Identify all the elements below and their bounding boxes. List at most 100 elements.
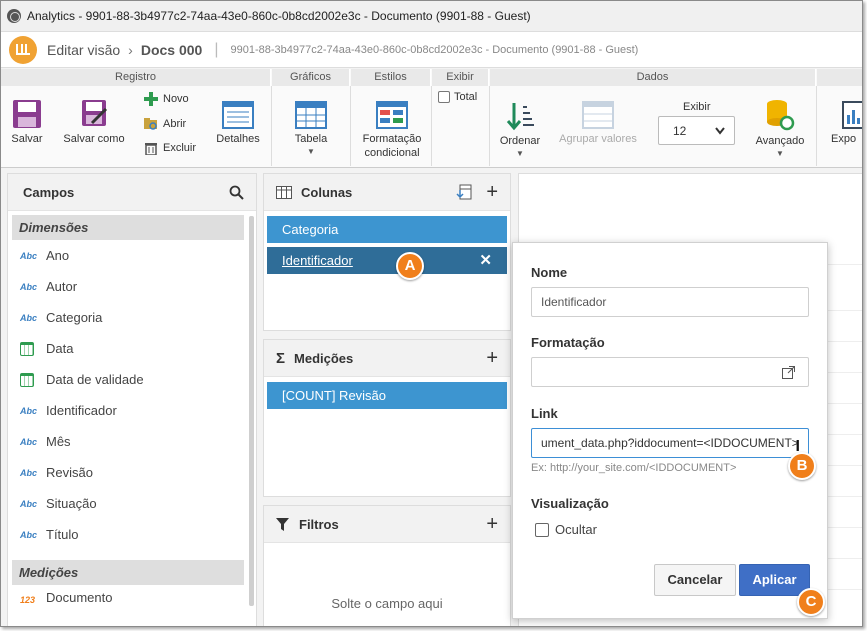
conditional-format-label-2: condicional [364, 147, 420, 159]
measure-pill-count-revisao[interactable]: [COUNT] Revisão [267, 382, 507, 409]
field-item-label: Título [46, 527, 79, 542]
field-item-documento[interactable]: 123 Documento [8, 585, 256, 605]
advanced-button[interactable]: Avançado ▼ [752, 99, 808, 158]
fields-panel: Campos Dimensões Abc Ano Abc Autor Abc Catego… [7, 173, 257, 626]
column-pill-categoria[interactable]: Categoria [267, 216, 507, 243]
field-item-label: Revisão [46, 465, 93, 480]
hide-option[interactable]: Ocultar [535, 522, 597, 537]
fields-scrollbar[interactable] [249, 216, 254, 606]
column-settings-popover: Nome Identificador Formatação Link ument… [512, 242, 828, 619]
measures-panel: Σ Medições + [263, 339, 511, 497]
ribbon-group-graficos: Gráficos [272, 69, 350, 86]
conditional-format-button[interactable]: Formatação condicional [359, 101, 425, 159]
remove-column-icon[interactable]: ✕ [479, 247, 492, 274]
apply-button[interactable]: Aplicar [739, 564, 810, 596]
exibir-select[interactable]: 12 [658, 116, 735, 145]
column-pill-identificador[interactable]: Identificador ✕ [267, 247, 507, 274]
export-button[interactable]: Expo [831, 101, 862, 145]
new-label: Novo [163, 93, 189, 105]
new-button[interactable]: Novo [144, 92, 189, 106]
measures-panel-title: Medições [294, 350, 354, 366]
text-type-icon: Abc [20, 498, 38, 509]
ribbon-toolbar: Registro Gráficos Estilos Exibir Dados S… [1, 69, 862, 168]
exibir-label: Exibir [683, 101, 711, 113]
title-bar: Analytics - 9901-88-3b4977c2-74aa-43e0-8… [1, 1, 862, 32]
total-checkbox[interactable] [438, 91, 450, 103]
open-button[interactable]: Abrir [144, 117, 186, 131]
window-title: Analytics - 9901-88-3b4977c2-74aa-43e0-8… [27, 9, 531, 23]
open-label: Abrir [163, 118, 187, 130]
field-item-label: Autor [46, 279, 78, 294]
field-item[interactable]: Abc Autor [8, 271, 256, 302]
visualization-label: Visualização [531, 496, 609, 511]
calendar-icon [20, 341, 34, 356]
save-button[interactable]: Salvar [7, 99, 47, 145]
hide-label: Ocultar [555, 522, 597, 537]
format-input[interactable] [531, 357, 809, 387]
field-item[interactable]: Abc Ano [8, 240, 256, 271]
measures-section-header: Medições [12, 560, 244, 585]
database-refresh-icon [767, 100, 795, 131]
details-button[interactable]: Detalhes [213, 101, 263, 145]
fields-panel-header: Campos [8, 174, 256, 211]
text-type-icon: Abc [20, 312, 38, 323]
swap-axes-icon[interactable] [456, 184, 472, 200]
field-item[interactable]: Abc Identificador [8, 395, 256, 426]
search-icon[interactable] [229, 185, 244, 200]
app-window: Analytics - 9901-88-3b4977c2-74aa-43e0-8… [0, 0, 863, 627]
field-item[interactable]: Data de validade [8, 364, 256, 395]
breadcrumb-editar-visao[interactable]: Editar visão [47, 42, 120, 58]
breadcrumb-view-name: Docs 000 [140, 41, 203, 58]
plus-icon [144, 92, 158, 106]
field-item[interactable]: Abc Mês [8, 426, 256, 457]
table-chart-button[interactable]: Tabela ▼ [290, 101, 332, 156]
field-item-label: Mês [46, 434, 71, 449]
group-values-button[interactable]: Agrupar valores [557, 101, 639, 145]
text-type-icon: Abc [20, 467, 38, 478]
total-toggle[interactable]: Total [438, 91, 477, 103]
format-label: Formatação [531, 335, 605, 350]
external-link-icon[interactable] [782, 366, 795, 379]
add-filter-icon[interactable]: + [486, 513, 498, 536]
filters-panel-header: Filtros + [264, 506, 510, 543]
save-as-button[interactable]: Salvar como [59, 99, 129, 145]
chevron-down-icon [715, 126, 725, 135]
number-type-icon: 123 [20, 595, 36, 605]
text-type-icon: Abc [20, 436, 38, 447]
columns-panel-title: Colunas [301, 184, 353, 200]
total-label: Total [454, 91, 478, 103]
sort-button[interactable]: Ordenar ▼ [497, 101, 543, 158]
analytics-logo-icon [9, 35, 37, 64]
columns-table-icon [276, 185, 292, 199]
annotation-marker-c: C [797, 588, 825, 616]
field-item-label: Situação [46, 496, 97, 511]
text-type-icon: Abc [20, 529, 38, 540]
field-item[interactable]: Data [8, 333, 256, 364]
caret-down-icon: ▼ [307, 147, 315, 156]
open-folder-icon [144, 118, 157, 130]
globe-icon [7, 9, 21, 23]
add-column-icon[interactable]: + [486, 181, 498, 204]
filters-drop-zone[interactable]: Solte o campo aqui [264, 596, 510, 611]
text-type-icon: Abc [20, 250, 38, 261]
delete-button[interactable]: Excluir [144, 141, 196, 155]
name-input[interactable]: Identificador [531, 287, 809, 317]
field-item-label: Documento [46, 590, 113, 605]
floppy-disk-icon [13, 100, 41, 128]
field-item[interactable]: Abc Categoria [8, 302, 256, 333]
ribbon-divider [431, 86, 432, 166]
filters-panel-title: Filtros [299, 516, 339, 532]
hide-checkbox[interactable] [535, 522, 549, 537]
link-input[interactable]: ument_data.php?iddocument=<IDDOCUMENT> I [531, 428, 809, 458]
field-item[interactable]: Abc Título [8, 519, 256, 550]
calendar-icon [20, 372, 34, 387]
save-as-label: Salvar como [63, 133, 125, 145]
add-measure-icon[interactable]: + [486, 347, 498, 370]
save-label: Salvar [11, 133, 43, 145]
conditional-format-label-1: Formatação [362, 133, 422, 145]
cancel-button[interactable]: Cancelar [654, 564, 736, 596]
breadcrumb-divider: | [214, 40, 219, 58]
ribbon-group-dados: Dados [490, 69, 816, 86]
field-item[interactable]: Abc Situação [8, 488, 256, 519]
field-item[interactable]: Abc Revisão [8, 457, 256, 488]
